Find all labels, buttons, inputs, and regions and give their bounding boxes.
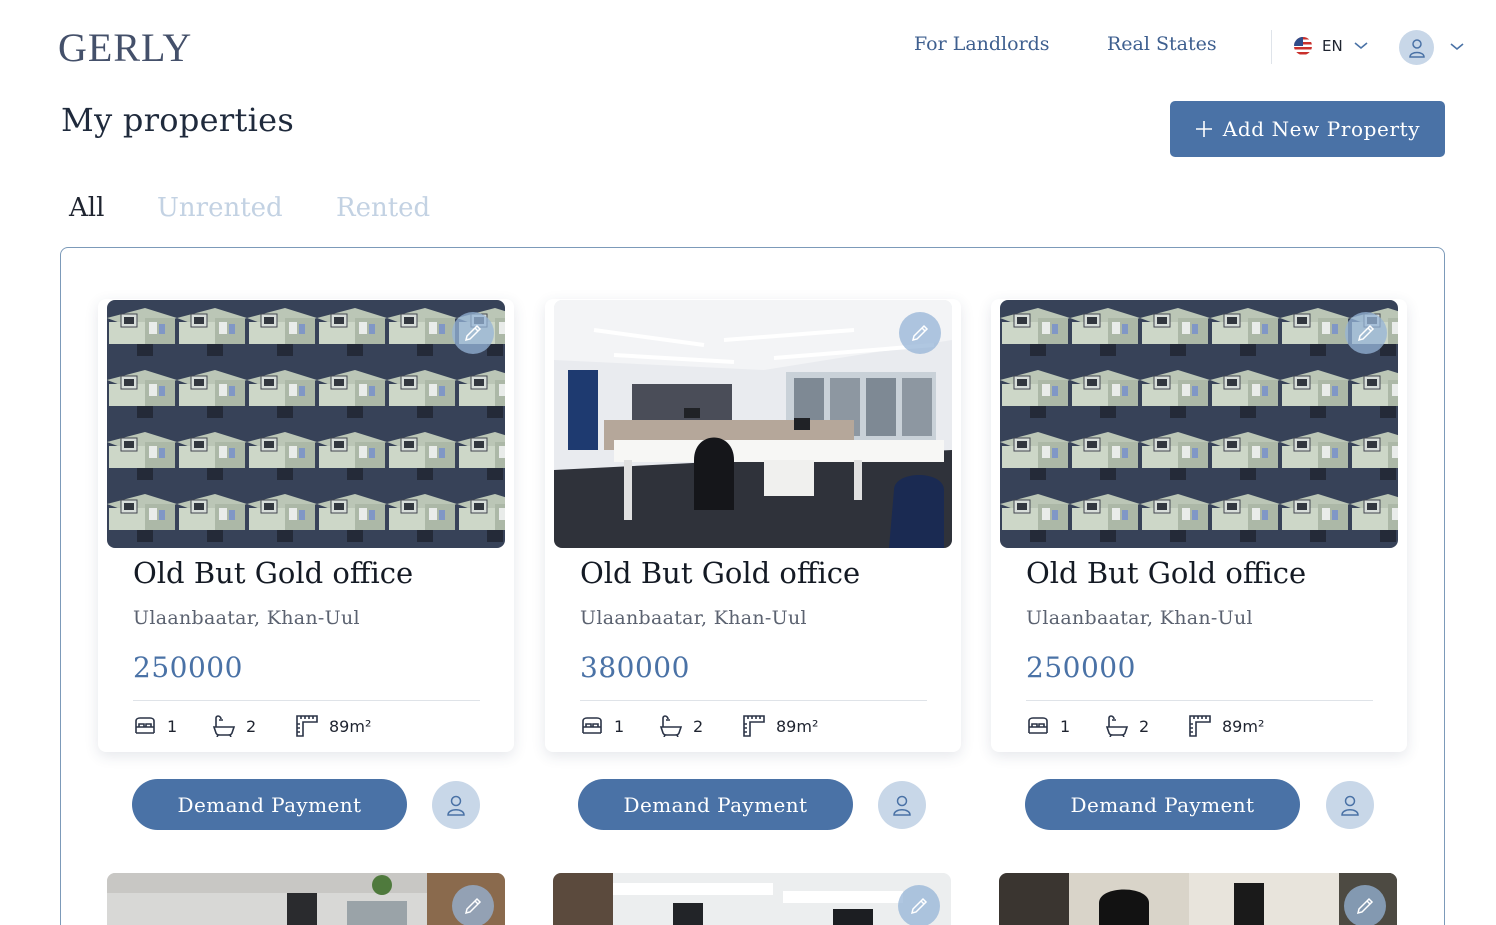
- bathrooms-count: 2: [693, 716, 704, 736]
- tenant-button[interactable]: [878, 781, 926, 829]
- bed-icon: [582, 717, 602, 734]
- pencil-icon: [464, 324, 482, 342]
- user-icon: [1341, 795, 1359, 816]
- bathrooms-count: 2: [1139, 716, 1150, 736]
- bathtub-icon: [212, 715, 236, 737]
- property-price: 250000: [133, 651, 243, 684]
- language-selector[interactable]: EN: [1294, 34, 1369, 58]
- bathrooms-count: 2: [246, 716, 257, 736]
- demand-payment-button[interactable]: Demand Payment: [578, 779, 853, 830]
- user-avatar[interactable]: [1399, 30, 1434, 65]
- tab-unrented[interactable]: Unrented: [157, 192, 283, 224]
- property-card[interactable]: Old But Gold office Ulaanbaatar, Khan-Uu…: [545, 299, 961, 752]
- area-value: 89m²: [776, 716, 819, 736]
- bedrooms: 1: [580, 713, 624, 739]
- edit-property-button[interactable]: [898, 885, 940, 925]
- nav-divider: [1271, 30, 1272, 64]
- area: 89m²: [295, 713, 371, 739]
- pencil-icon: [910, 897, 928, 915]
- property-card[interactable]: Old But Gold office Ulaanbaatar, Khan-Uu…: [98, 299, 514, 752]
- bedrooms: 1: [1026, 713, 1070, 739]
- us-flag-icon: [1294, 37, 1312, 55]
- divider: [1026, 700, 1373, 701]
- property-location: Ulaanbaatar, Khan-Uul: [580, 607, 807, 629]
- edit-property-button[interactable]: [1345, 312, 1387, 354]
- bed-icon: [1028, 717, 1048, 734]
- property-photo: [1000, 300, 1398, 548]
- add-new-property-label: Add New Property: [1222, 117, 1421, 141]
- demand-payment-button[interactable]: Demand Payment: [132, 779, 407, 830]
- user-menu-chevron-icon[interactable]: [1449, 39, 1465, 55]
- pencil-icon: [911, 324, 929, 342]
- property-photo: [554, 300, 952, 548]
- demand-payment-button[interactable]: Demand Payment: [1025, 779, 1300, 830]
- chevron-down-icon: [1353, 38, 1369, 54]
- divider: [580, 700, 927, 701]
- property-title: Old But Gold office: [580, 556, 861, 590]
- area: 89m²: [742, 713, 818, 739]
- tab-rented[interactable]: Rented: [336, 192, 430, 224]
- pencil-icon: [464, 897, 482, 915]
- property-title: Old But Gold office: [133, 556, 414, 590]
- bathrooms: 2: [1105, 713, 1149, 739]
- area-ruler-icon: [1189, 715, 1211, 737]
- property-card-partial[interactable]: [107, 873, 505, 925]
- edit-property-button[interactable]: [899, 312, 941, 354]
- bedrooms: 1: [133, 713, 177, 739]
- edit-property-button[interactable]: [1344, 885, 1386, 925]
- pencil-icon: [1356, 897, 1374, 915]
- bedrooms-count: 1: [1060, 716, 1071, 736]
- language-label: EN: [1322, 37, 1343, 55]
- edit-property-button[interactable]: [452, 312, 494, 354]
- property-location: Ulaanbaatar, Khan-Uul: [133, 607, 360, 629]
- bathrooms: 2: [659, 713, 703, 739]
- nav-for-landlords[interactable]: For Landlords: [914, 32, 1050, 56]
- logo[interactable]: GERLY: [58, 28, 192, 68]
- area-ruler-icon: [743, 715, 765, 737]
- property-card[interactable]: Old But Gold office Ulaanbaatar, Khan-Uu…: [991, 299, 1407, 752]
- bed-icon: [135, 717, 155, 734]
- area-ruler-icon: [296, 715, 318, 737]
- property-price: 250000: [1026, 651, 1136, 684]
- tenant-button[interactable]: [1326, 781, 1374, 829]
- area: 89m²: [1188, 713, 1264, 739]
- user-icon: [447, 795, 465, 816]
- tab-all[interactable]: All: [69, 192, 104, 224]
- nav-real-states[interactable]: Real States: [1107, 32, 1217, 56]
- bedrooms-count: 1: [167, 716, 178, 736]
- bedrooms-count: 1: [614, 716, 625, 736]
- area-value: 89m²: [1222, 716, 1265, 736]
- page-title: My properties: [61, 101, 295, 139]
- user-icon: [893, 795, 911, 816]
- pencil-icon: [1357, 324, 1375, 342]
- bathtub-icon: [659, 715, 683, 737]
- plus-icon: [1195, 121, 1212, 137]
- property-price: 380000: [580, 651, 690, 684]
- property-card-partial[interactable]: [999, 873, 1397, 925]
- divider: [133, 700, 480, 701]
- area-value: 89m²: [329, 716, 372, 736]
- bathtub-icon: [1105, 715, 1129, 737]
- bathrooms: 2: [212, 713, 256, 739]
- add-new-property-button[interactable]: Add New Property: [1170, 101, 1445, 157]
- user-icon: [1408, 38, 1425, 58]
- property-title: Old But Gold office: [1026, 556, 1307, 590]
- tenant-button[interactable]: [432, 781, 480, 829]
- property-photo: [107, 300, 505, 548]
- property-location: Ulaanbaatar, Khan-Uul: [1026, 607, 1253, 629]
- property-card-partial[interactable]: [553, 873, 951, 925]
- edit-property-button[interactable]: [452, 885, 494, 925]
